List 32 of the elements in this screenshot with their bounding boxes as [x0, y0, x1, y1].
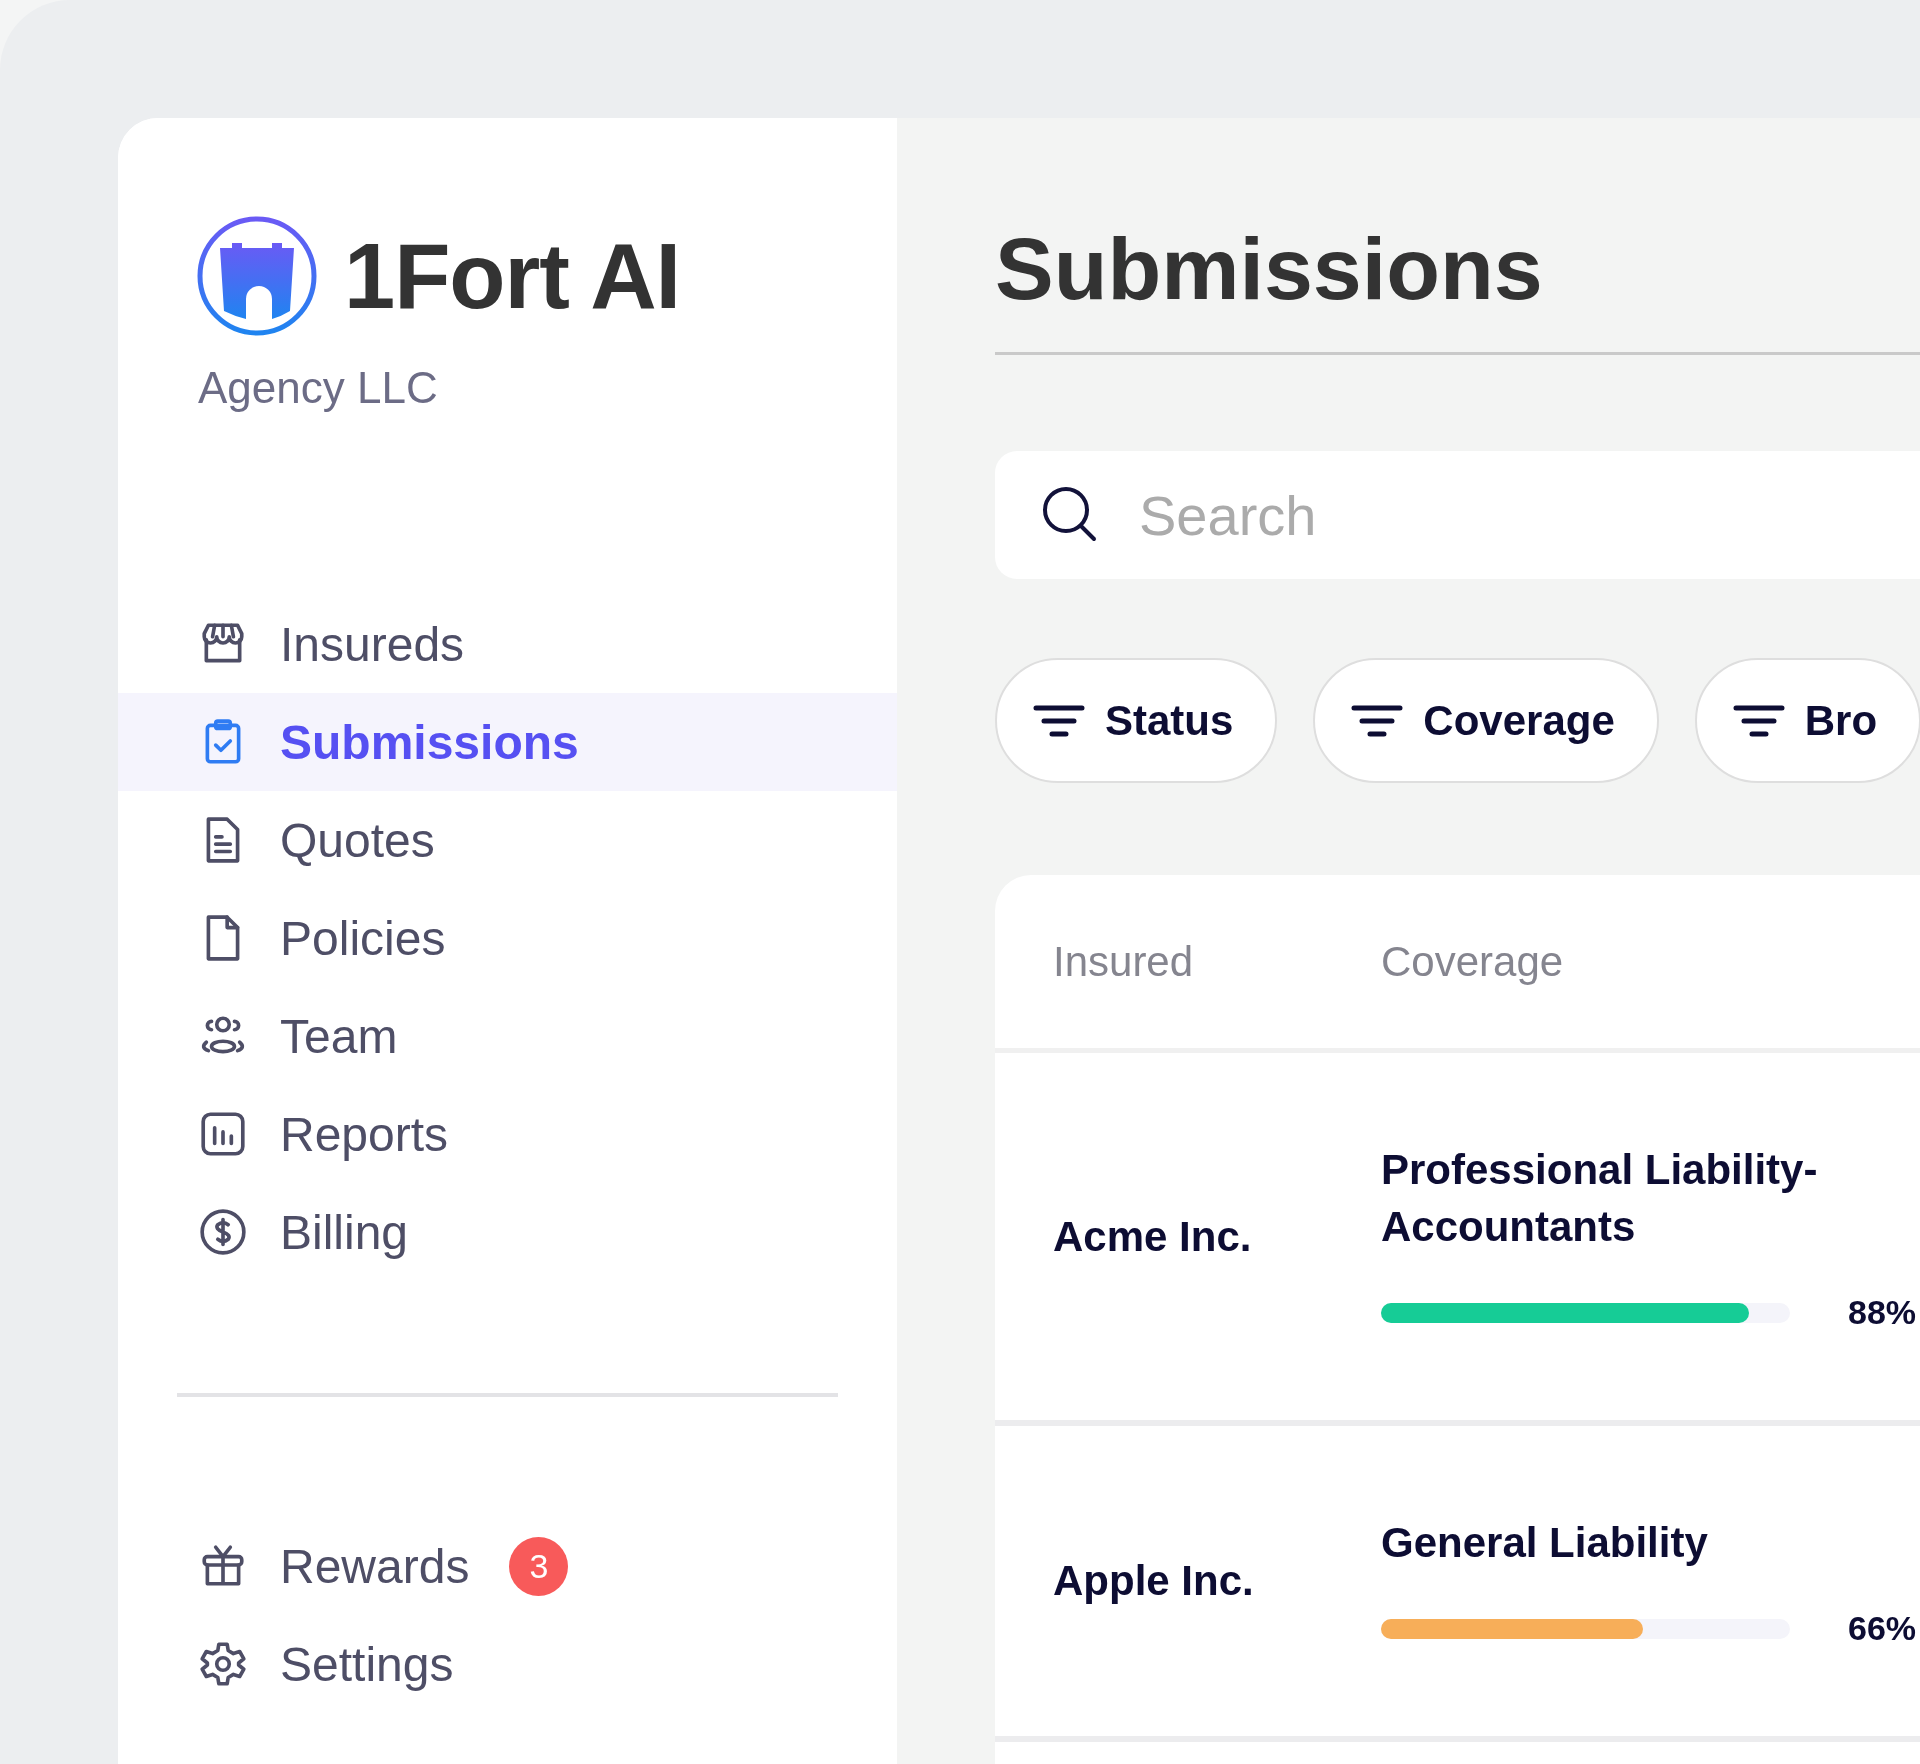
search-field[interactable]: Search: [995, 451, 1920, 579]
filter-icon: [1033, 703, 1085, 738]
nav-item[interactable]: Settings: [118, 1615, 897, 1713]
filter-icon: [1351, 703, 1404, 738]
nav-item[interactable]: Quotes: [118, 791, 897, 889]
percentage: 88%: [1848, 1293, 1917, 1332]
nav-item[interactable]: Billing: [118, 1183, 897, 1281]
table-cell-text: Apple Inc.: [1053, 1557, 1255, 1605]
page-title: Submissions: [995, 219, 1920, 355]
nav-item[interactable]: Insureds: [118, 595, 897, 693]
column-header: Insured: [1053, 937, 1195, 986]
table-cell-text: Professional Liability-Accountants: [1381, 1145, 1819, 1252]
castle-logo-icon: [196, 215, 318, 337]
bar-chart-icon: [198, 1109, 248, 1159]
filter-button[interactable]: Status: [995, 658, 1278, 783]
settings-icon: [198, 1639, 248, 1689]
notification-count: 3: [509, 1536, 569, 1596]
dollar-icon: [198, 1207, 248, 1257]
nav-item[interactable]: Team: [118, 987, 897, 1085]
table-cell-text: Acme Inc.: [1053, 1212, 1253, 1261]
brand-name: 1Fort AI: [344, 223, 681, 329]
filter-icon: [1732, 703, 1785, 738]
nav-item[interactable]: Policies: [118, 889, 897, 987]
column-header: Coverage: [1381, 937, 1565, 986]
nav-item[interactable]: Rewards 3: [118, 1517, 897, 1615]
percentage: 66%: [1848, 1609, 1917, 1648]
nav-item[interactable]: Submissions: [118, 693, 897, 791]
filter-button[interactable]: Coverage: [1313, 658, 1659, 783]
agency-name: Agency LLC: [197, 363, 439, 413]
table-cell-text: General Liability: [1381, 1518, 1709, 1568]
filter-button[interactable]: Bro: [1694, 658, 1920, 783]
nav-item[interactable]: Reports: [118, 1085, 897, 1183]
